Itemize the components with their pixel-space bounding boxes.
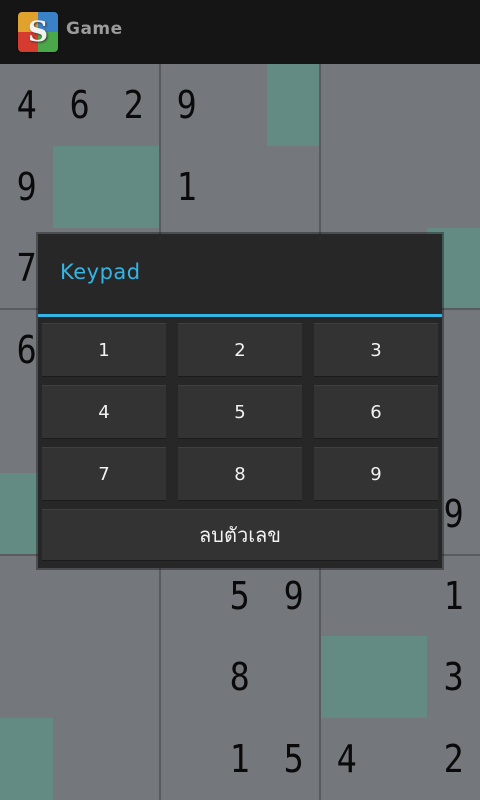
board-cell[interactable] xyxy=(57,146,104,228)
board-cell[interactable] xyxy=(377,64,424,146)
board-cell[interactable]: 8 xyxy=(217,636,264,718)
board-cell[interactable] xyxy=(57,718,104,800)
key-5-button[interactable]: 5 xyxy=(178,385,302,439)
key-4-button[interactable]: 4 xyxy=(42,385,166,439)
board-cell[interactable]: 6 xyxy=(57,64,104,146)
key-6-button[interactable]: 6 xyxy=(314,385,438,439)
app-title: Game xyxy=(66,19,123,39)
board-cell[interactable] xyxy=(163,636,210,718)
board-cell[interactable] xyxy=(217,146,264,228)
board-cell[interactable]: 3 xyxy=(430,636,477,718)
board-cell[interactable] xyxy=(430,146,477,228)
key-7-button[interactable]: 7 xyxy=(42,447,166,501)
board-cell[interactable] xyxy=(110,146,157,228)
board-cell[interactable]: 2 xyxy=(430,718,477,800)
board-cell[interactable] xyxy=(3,636,50,718)
board-cell[interactable] xyxy=(270,636,317,718)
board-cell[interactable]: 9 xyxy=(163,64,210,146)
board-cell[interactable] xyxy=(323,64,370,146)
key-8-button[interactable]: 8 xyxy=(178,447,302,501)
key-1-button[interactable]: 1 xyxy=(42,323,166,377)
board-cell[interactable] xyxy=(323,146,370,228)
board-cell[interactable] xyxy=(323,636,370,718)
board-cell[interactable]: 4 xyxy=(323,718,370,800)
board-cell[interactable] xyxy=(377,718,424,800)
board-cell[interactable]: 2 xyxy=(110,64,157,146)
key-3-button[interactable]: 3 xyxy=(314,323,438,377)
board-cell[interactable]: 5 xyxy=(270,718,317,800)
board-cell[interactable]: 1 xyxy=(217,718,264,800)
board-cell[interactable] xyxy=(110,636,157,718)
board-cell[interactable] xyxy=(270,146,317,228)
board-cell[interactable] xyxy=(3,718,50,800)
clear-number-button[interactable]: ลบตัวเลข xyxy=(42,509,438,561)
board-cell[interactable] xyxy=(57,636,104,718)
key-9-button[interactable]: 9 xyxy=(314,447,438,501)
app-logo-letter: S xyxy=(27,15,49,48)
board-cell[interactable] xyxy=(163,718,210,800)
board-cell[interactable]: 4 xyxy=(3,64,50,146)
board-cell[interactable] xyxy=(110,718,157,800)
app-screen: S Game 462991769591831542 Keypad 1 2 3 4… xyxy=(0,0,480,800)
board-cell[interactable] xyxy=(217,64,264,146)
board-cell[interactable]: 9 xyxy=(3,146,50,228)
board-cell[interactable] xyxy=(377,636,424,718)
board-cell[interactable] xyxy=(377,146,424,228)
action-bar: S Game xyxy=(0,0,480,64)
app-logo-icon[interactable]: S xyxy=(18,12,58,52)
board-cell[interactable]: 1 xyxy=(163,146,210,228)
board-cell[interactable] xyxy=(430,64,477,146)
key-2-button[interactable]: 2 xyxy=(178,323,302,377)
keypad-dialog: Keypad 1 2 3 4 5 6 7 8 9 ลบตัวเลข xyxy=(38,234,442,568)
dialog-title: Keypad xyxy=(60,260,141,284)
board-cell[interactable] xyxy=(270,64,317,146)
dialog-divider xyxy=(38,314,442,317)
